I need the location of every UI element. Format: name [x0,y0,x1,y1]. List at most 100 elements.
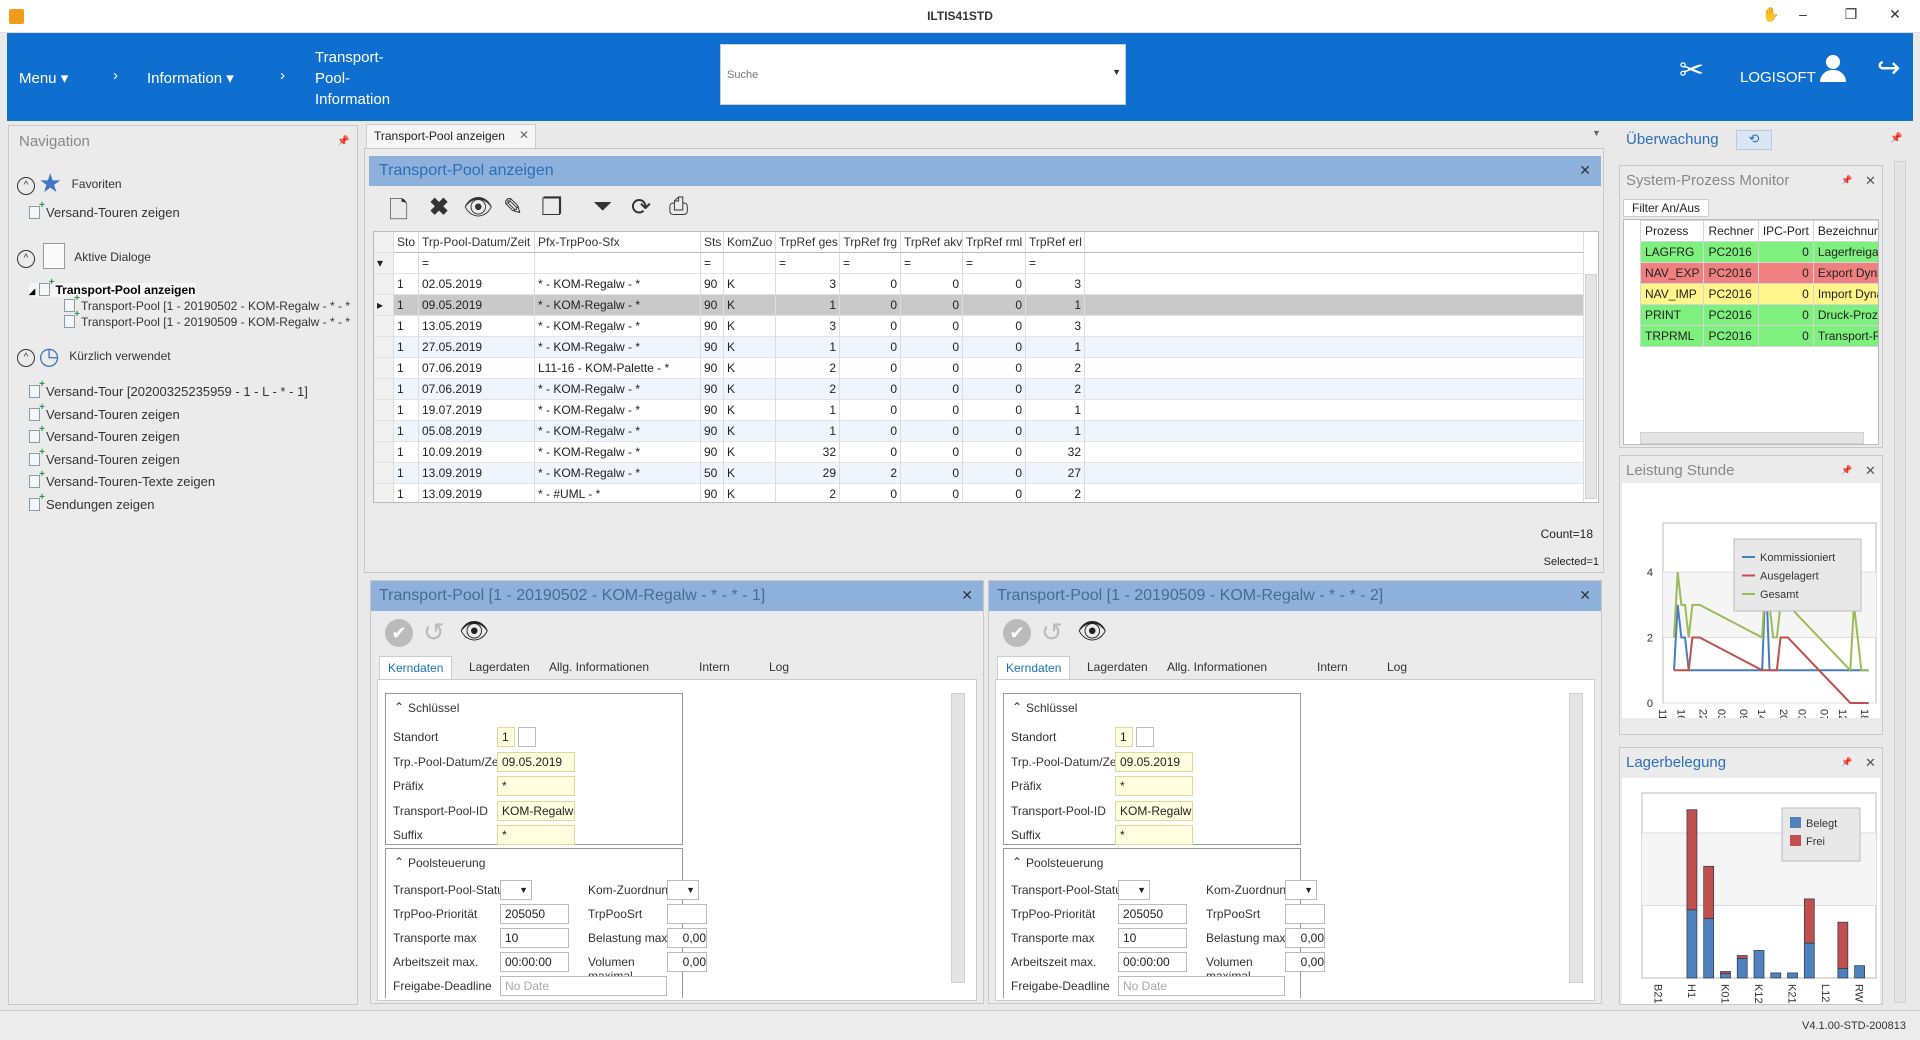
edit-icon[interactable]: ✎ [503,193,523,222]
close-icon[interactable]: ✕ [1865,755,1876,771]
filter-cell[interactable] [535,253,701,274]
prio-input[interactable]: 205050 [1118,904,1187,924]
datum-input[interactable]: 09.05.2019 [497,751,575,772]
praefix-input[interactable]: * [1115,776,1193,796]
column-header[interactable] [374,232,394,253]
collapse-icon[interactable]: ^ [17,250,35,268]
information-dropdown[interactable]: Information ▾ [147,69,234,87]
favorites-header[interactable]: ^ ★ Favoriten [17,168,122,199]
row-indicator[interactable] [374,421,394,442]
column-header[interactable]: Bezeichnung [1812,220,1878,242]
process-row[interactable]: LAGFRG PC2016 0 Lagerfreigab [1639,241,1878,263]
close-icon[interactable]: ✕ [1865,463,1876,479]
table-row[interactable]: 1 10.09.2019 * - KOM-Regalw - * 90 K 32 0 0 0 32 [374,442,1584,463]
prio-input[interactable]: 205050 [500,904,569,924]
minimize-button[interactable]: – [1788,6,1818,22]
favorite-item[interactable]: Versand-Touren zeigen [29,200,180,220]
document-tab[interactable]: Transport-Pool anzeigen ✕ [366,124,536,148]
tmax-input[interactable]: 10 [1118,928,1187,948]
srt-input[interactable] [667,904,707,924]
close-icon[interactable]: ✕ [1579,587,1591,604]
undo-icon[interactable]: ↺ [1041,617,1063,648]
row-indicator[interactable] [374,274,394,295]
table-row[interactable]: 1 13.09.2019 * - KOM-Regalw - * 50 K 29 2 0 0 27 [374,463,1584,484]
chevron-down-icon[interactable]: ▼ [1137,881,1146,899]
pin-icon[interactable]: 📌 [1890,133,1902,144]
filter-cell[interactable]: = [701,253,724,274]
table-row[interactable]: 1 02.05.2019 * - KOM-Regalw - * 90 K 3 0 0 0 3 [374,274,1584,295]
tab-kerndaten[interactable]: Kerndaten [379,656,453,679]
close-button[interactable]: ✕ [1880,6,1910,23]
filter-cell[interactable]: ▾ [374,253,394,274]
pool_id-input[interactable]: KOM-Regalw [1115,800,1193,821]
tab-log[interactable]: Log [761,656,797,678]
new-document-icon[interactable]: 🗋 [389,193,408,234]
save-check-icon[interactable]: ✔ [1003,619,1031,647]
tmax-input[interactable]: 10 [500,928,569,948]
row-indicator[interactable] [374,400,394,421]
column-header[interactable]: TrpRef ges [776,232,840,253]
column-header[interactable]: IPC-Port [1757,220,1814,242]
table-row[interactable]: 1 07.06.2019 * - KOM-Regalw - * 90 K 2 0 0 0 2 [374,379,1584,400]
srt-input[interactable] [1285,904,1325,924]
column-header[interactable] [1085,232,1584,253]
deadline-input[interactable]: No Date [1118,976,1285,996]
column-header[interactable]: Prozess [1639,220,1705,242]
recent-item[interactable]: Versand-Touren zeigen [29,447,180,467]
row-indicator[interactable] [374,463,394,484]
vmax-input[interactable]: 0,00 [667,952,707,972]
row-indicator[interactable] [374,442,394,463]
table-row[interactable]: 1 05.08.2019 * - KOM-Regalw - * 90 K 1 0 0 0 1 [374,421,1584,442]
search-input[interactable]: Suche ▼ [720,44,1126,105]
active-dialog-child[interactable]: Transport-Pool [1 - 20190509 - KOM-Regal… [64,309,350,329]
row-indicator[interactable]: ▸ [374,295,394,316]
tab-log[interactable]: Log [1379,656,1415,678]
process-row[interactable]: NAV_IMP PC2016 0 Import Dyna [1639,283,1878,305]
collapse-icon[interactable]: ^ [17,177,35,195]
view-eye-icon[interactable]: 👁 [459,617,489,646]
collapse-chevron-icon[interactable]: ⌃ [394,700,404,714]
tab-overflow-icon[interactable]: ▼ [1592,128,1601,138]
tab-allginformationen[interactable]: Allg. Informationen [1159,656,1275,678]
suffix-input[interactable]: * [1115,825,1193,845]
copy-icon[interactable]: ❐ [541,193,563,222]
expand-triangle-icon[interactable]: ◢ [29,287,35,296]
tab-lagerdaten[interactable]: Lagerdaten [461,656,538,678]
filter-cell[interactable] [394,253,419,274]
active-dialog-child[interactable]: Transport-Pool [1 - 20190502 - KOM-Regal… [64,293,350,313]
recent-header[interactable]: ^ ◷ Kürzlich verwendet [17,342,171,371]
recent-item[interactable]: Versand-Touren-Texte zeigen [29,469,215,489]
user-icon[interactable] [1820,55,1846,85]
row-indicator[interactable] [374,358,394,379]
collapse-icon[interactable]: ^ [17,349,35,367]
chevron-down-icon[interactable]: ▼ [686,881,695,899]
pin-icon[interactable]: 📌 [1841,465,1852,476]
column-header[interactable]: Sts [701,232,724,253]
process-row[interactable]: TRPRMLPC20160Transport-Rü [1639,325,1878,347]
filter-cell[interactable]: = [1026,253,1085,274]
chevron-down-icon[interactable]: ▼ [1304,881,1313,899]
filter-cell[interactable]: = [419,253,535,274]
active-dialog-parent[interactable]: ◢ Transport-Pool anzeigen [29,277,196,297]
undo-icon[interactable]: ↺ [423,617,445,648]
standort-input[interactable]: 1 [1115,727,1133,747]
delete-icon[interactable]: ✖ [429,193,449,222]
filter-cell[interactable]: = [901,253,963,274]
grid-scrollbar[interactable] [1585,274,1597,499]
filter-cell[interactable] [1085,253,1584,274]
filter-cell[interactable] [724,253,776,274]
vmax-input[interactable]: 0,00 [1285,952,1325,972]
table-row[interactable]: ▸ 1 09.05.2019 * - KOM-Regalw - * 90 K 1 0 0 0 1 [374,295,1584,316]
status-input[interactable]: ▼ [500,880,532,900]
column-header[interactable]: TrpRef erl [1026,232,1085,253]
column-header[interactable]: KomZuo [724,232,776,253]
logout-icon[interactable]: ↪ [1877,51,1900,84]
kom-input[interactable]: ▼ [667,880,699,900]
tab-lagerdaten[interactable]: Lagerdaten [1079,656,1156,678]
column-header[interactable]: Pfx-TrpPoo-Sfx [535,232,701,253]
pool_id-input[interactable]: KOM-Regalw [497,800,575,821]
pin-icon[interactable]: 📌 [1841,757,1852,768]
process-row[interactable]: PRINTPC20160Druck-Prozes [1639,304,1878,326]
menu-dropdown[interactable]: Menu ▾ [19,69,68,87]
pin-icon[interactable]: 📌 [1841,175,1852,186]
